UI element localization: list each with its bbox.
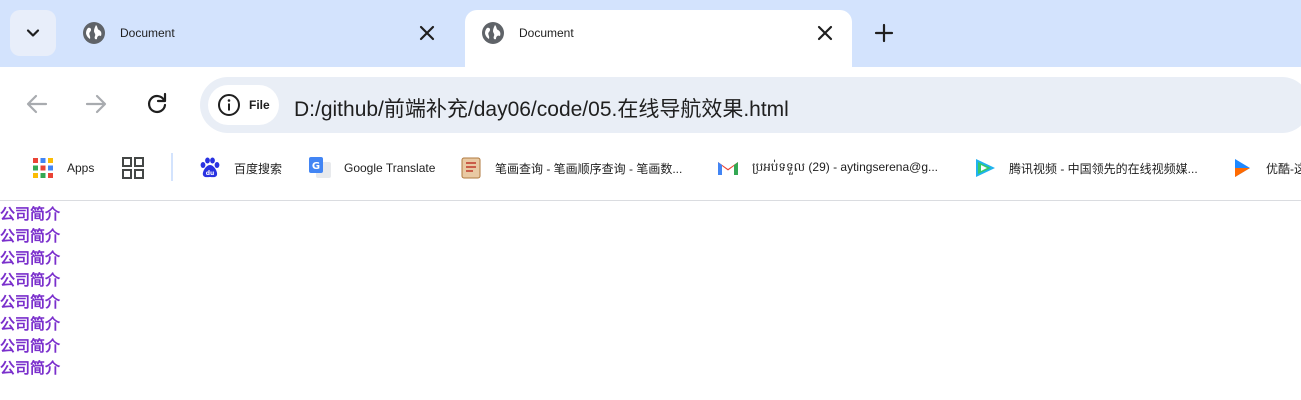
bookmark-gmail[interactable]: ប្រអប់ទទួល (29) - aytingserena@g... <box>716 155 938 181</box>
tab-search-button[interactable] <box>10 10 56 56</box>
close-icon[interactable] <box>418 24 436 42</box>
address-bar[interactable]: File D:/github/前端补充/day06/code/05.在线导航效果… <box>200 77 1301 133</box>
globe-icon <box>83 22 105 44</box>
tencent-video-icon <box>976 159 995 177</box>
company-intro-link[interactable]: 公司简介 <box>0 335 60 357</box>
bookmarks-bar: Apps du 百度搜索 G Google Translate 笔画查询 - 笔… <box>0 143 1301 201</box>
youku-icon <box>1235 159 1250 177</box>
bookmark-label: ប្រអប់ទទួល (29) - aytingserena@g... <box>752 160 938 174</box>
bookmark-stroke-lookup[interactable]: 笔画查询 - 笔画顺序查询 - 笔画数... <box>459 155 682 181</box>
globe-icon <box>482 22 504 44</box>
bookmark-label: Google Translate <box>344 161 436 175</box>
bookmark-tencent-video[interactable]: 腾讯视频 - 中国领先的在线视频媒... <box>973 155 1198 181</box>
bookmark-label: 优酷-这 <box>1266 161 1301 176</box>
tab-title: Document <box>519 26 574 40</box>
baidu-icon: du <box>200 157 220 178</box>
company-intro-link[interactable]: 公司简介 <box>0 269 60 291</box>
google-translate-icon: G <box>309 157 331 178</box>
bookmark-label: 腾讯视频 - 中国领先的在线视频媒... <box>1009 161 1198 176</box>
bookmark-label: 百度搜索 <box>234 161 283 176</box>
site-info-label: File <box>249 98 270 112</box>
bookmark-label: Apps <box>67 161 95 175</box>
company-intro-link[interactable]: 公司简介 <box>0 247 60 269</box>
tab-document-1[interactable]: Document <box>66 10 454 67</box>
svg-text:G: G <box>312 161 320 172</box>
apps-grid-icon <box>33 158 53 178</box>
company-intro-link[interactable]: 公司简介 <box>0 291 60 313</box>
tab-title: Document <box>120 26 175 40</box>
company-intro-link[interactable]: 公司简介 <box>0 203 60 225</box>
svg-text:du: du <box>206 170 215 177</box>
bookmark-google-translate[interactable]: G Google Translate <box>308 155 435 181</box>
page-content: 公司简介 公司简介 公司简介 公司简介 公司简介 公司简介 公司简介 公司简介 <box>0 203 60 379</box>
tab-document-2[interactable]: Document <box>465 10 852 67</box>
url-text[interactable]: D:/github/前端补充/day06/code/05.在线导航效果.html <box>294 93 789 123</box>
reload-icon[interactable] <box>144 91 170 117</box>
chevron-down-icon <box>26 29 40 37</box>
bookmark-label: 笔画查询 - 笔画顺序查询 - 笔画数... <box>495 161 683 176</box>
tab-strip: Document Document <box>0 0 1301 67</box>
company-intro-link[interactable]: 公司简介 <box>0 225 60 247</box>
new-tab-plus-icon[interactable] <box>872 21 896 45</box>
gmail-icon <box>718 162 738 175</box>
back-arrow-icon[interactable] <box>24 91 50 117</box>
bookmark-apps[interactable]: Apps <box>31 155 94 181</box>
company-intro-link[interactable]: 公司简介 <box>0 313 60 335</box>
bookmark-tab-groups[interactable] <box>121 155 145 181</box>
bookmarks-separator <box>171 153 173 181</box>
company-intro-link[interactable]: 公司简介 <box>0 357 60 379</box>
forward-arrow-icon[interactable] <box>83 91 109 117</box>
bookmark-baidu[interactable]: du 百度搜索 <box>198 155 282 181</box>
bookmark-youku[interactable]: 优酷-这 <box>1230 155 1301 181</box>
site-info-chip[interactable]: File <box>208 85 279 125</box>
notebook-icon <box>461 157 481 179</box>
close-icon[interactable] <box>816 24 834 42</box>
info-icon <box>218 94 240 116</box>
toolbar: File D:/github/前端补充/day06/code/05.在线导航效果… <box>0 67 1301 143</box>
tab-groups-icon <box>122 157 144 179</box>
